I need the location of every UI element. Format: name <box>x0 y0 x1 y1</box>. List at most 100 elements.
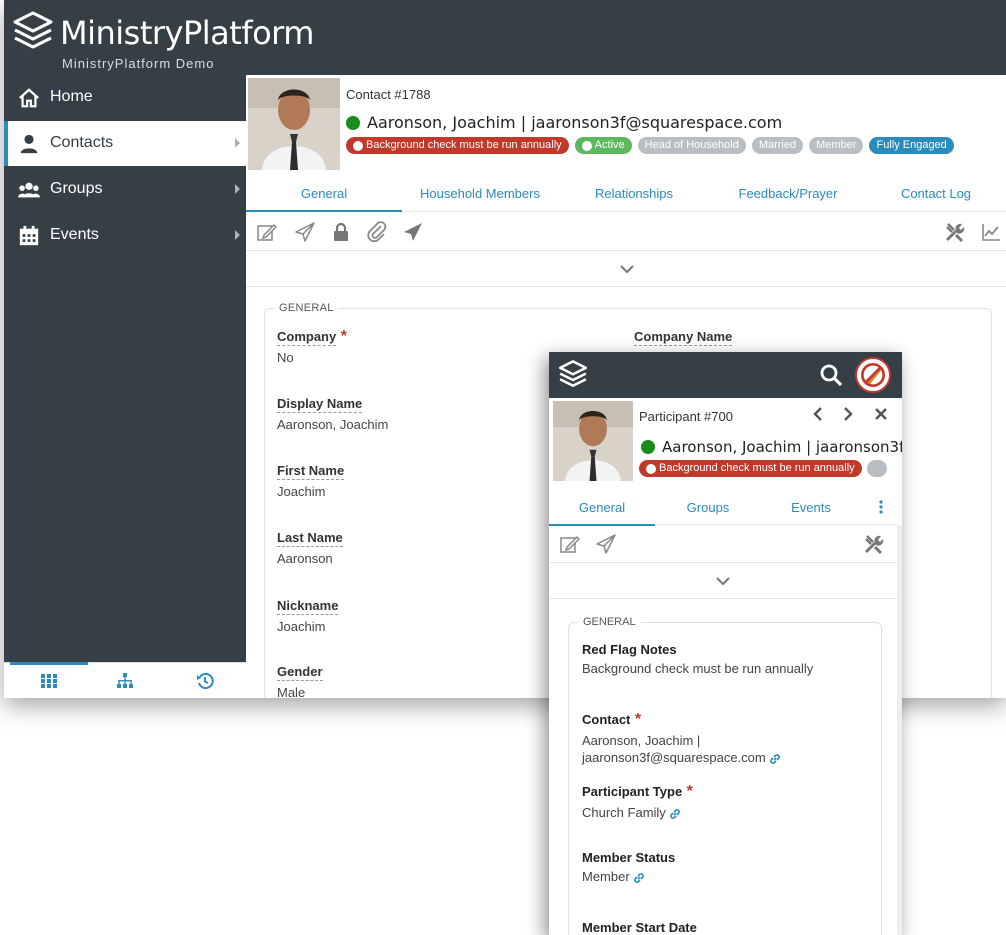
tab-groups[interactable]: Groups <box>655 489 761 526</box>
participant-name: Aaronson, Joachim | jaaronson3f@ <box>662 438 902 456</box>
avatar[interactable] <box>855 357 891 393</box>
sidebar-item-contacts[interactable]: Contacts <box>4 121 246 166</box>
send-outline-icon[interactable] <box>294 221 316 243</box>
chevron-right-icon <box>235 138 240 148</box>
field-last-name: Last Name Aaronson <box>277 529 343 566</box>
send-outline-icon[interactable] <box>595 533 617 555</box>
member-badge[interactable]: Member <box>809 137 864 154</box>
field-label: Nickname <box>277 598 339 615</box>
required-marker: * <box>340 328 347 345</box>
scrollbar[interactable] <box>897 525 902 935</box>
badge-label: Fully Engaged <box>876 139 947 151</box>
expand-bar[interactable] <box>549 563 897 599</box>
link-icon[interactable] <box>669 808 681 820</box>
field-value[interactable]: Church Family <box>582 805 666 820</box>
app-title: MinistryPlatform <box>60 14 314 52</box>
link-icon[interactable] <box>633 872 645 884</box>
field-first-name: First Name Joachim <box>277 462 345 499</box>
sidebar-item-home[interactable]: Home <box>4 75 246 120</box>
field-label: Member Status <box>582 850 676 865</box>
chart-icon[interactable] <box>980 221 1002 243</box>
participant-popup: Participant #700 Aaronson, Joachim | jaa… <box>549 352 902 935</box>
tab-general[interactable]: General <box>549 489 655 526</box>
field-label: Red Flag Notes <box>582 642 677 657</box>
paperclip-icon[interactable] <box>366 221 388 243</box>
edit-icon[interactable] <box>559 533 581 555</box>
expand-bar[interactable] <box>246 251 1006 287</box>
field-value: Background check must be run annually <box>582 661 814 676</box>
required-marker: * <box>634 711 642 728</box>
more-vertical-icon[interactable] <box>879 500 883 514</box>
active-badge[interactable]: Active <box>574 137 632 154</box>
badge-label: Background check must be run annually <box>659 462 855 474</box>
sidebar-item-events[interactable]: Events <box>4 213 246 258</box>
tab-general[interactable]: General <box>246 175 402 212</box>
logo-icon <box>13 11 53 49</box>
engagement-badge[interactable]: Fully Engaged <box>869 137 954 154</box>
field-label: Company <box>277 329 337 346</box>
field-participant-type: Participant Type * Church Family <box>582 783 693 821</box>
sidebar-footer <box>4 662 246 698</box>
tab-events[interactable]: Events <box>761 489 861 526</box>
sidebar-item-label: Events <box>50 226 99 243</box>
field-company-name: Company Name <box>634 328 733 350</box>
chevron-left-icon[interactable] <box>811 406 825 422</box>
tab-contact-log[interactable]: Contact Log <box>866 175 1006 212</box>
chevron-down-icon <box>620 265 634 274</box>
field-value: No <box>277 350 294 365</box>
tools-icon[interactable] <box>863 533 885 555</box>
check-icon <box>581 140 592 151</box>
field-company: Company * No <box>277 328 347 365</box>
tab-feedback-prayer[interactable]: Feedback/Prayer <box>710 175 866 212</box>
red-flag-badge[interactable]: Background check must be run annually <box>346 137 569 154</box>
popup-header: Participant #700 Aaronson, Joachim | jaa… <box>549 398 902 484</box>
badge-label: Married <box>758 139 797 151</box>
search-icon[interactable] <box>819 363 843 387</box>
close-icon[interactable] <box>874 407 888 421</box>
required-marker: * <box>686 783 693 800</box>
sidebar-item-groups[interactable]: Groups <box>4 167 246 212</box>
tab-relationships[interactable]: Relationships <box>558 175 710 212</box>
link-icon[interactable] <box>769 753 781 765</box>
chevron-right-icon[interactable] <box>841 406 855 422</box>
tools-icon[interactable] <box>944 221 966 243</box>
tab-household-members[interactable]: Household Members <box>402 175 558 212</box>
fieldset-legend: GENERAL <box>274 302 339 314</box>
red-flag-badge[interactable]: Background check must be run annually <box>639 460 862 477</box>
popup-tabs: General Groups Events <box>549 489 897 526</box>
field-label: Display Name <box>277 396 363 413</box>
home-icon <box>19 88 39 108</box>
lock-icon[interactable] <box>330 221 352 243</box>
household-badge[interactable]: Head of Household <box>637 137 746 154</box>
field-value: Joachim <box>277 619 326 634</box>
active-tab-indicator <box>10 662 88 665</box>
field-label: Company Name <box>634 329 733 346</box>
status-dot <box>641 440 655 454</box>
marital-badge[interactable]: Married <box>751 137 804 154</box>
user-icon <box>20 134 38 154</box>
calendar-icon <box>19 225 39 246</box>
field-label: Gender <box>277 664 323 681</box>
send-icon[interactable] <box>402 221 424 243</box>
field-value-row: Member <box>582 868 675 885</box>
field-label: Member Start Date <box>582 920 697 935</box>
field-value[interactable]: Aaronson, Joachim | jaaronson3f@squaresp… <box>582 733 766 765</box>
field-member-start-date: Member Start Date <box>582 920 697 935</box>
record-toolbar <box>246 213 1006 251</box>
popup-top-bar <box>549 352 902 398</box>
edit-icon[interactable] <box>256 221 278 243</box>
history-icon[interactable] <box>196 672 214 690</box>
chevron-down-icon <box>716 577 730 586</box>
record-tabs: General Household Members Relationships … <box>246 175 1006 212</box>
badge-label: Background check must be run annually <box>366 139 562 151</box>
status-dot <box>346 115 360 130</box>
sidebar-item-label: Home <box>50 88 93 105</box>
participant-number: Participant #700 <box>639 409 733 424</box>
grid-icon[interactable] <box>40 672 58 690</box>
contact-number: Contact #1788 <box>346 87 431 102</box>
field-value[interactable]: Member <box>582 869 630 884</box>
sitemap-icon[interactable] <box>116 672 134 690</box>
field-label: First Name <box>277 463 345 480</box>
field-nickname: Nickname Joachim <box>277 597 339 634</box>
sidebar-item-label: Groups <box>50 180 103 197</box>
